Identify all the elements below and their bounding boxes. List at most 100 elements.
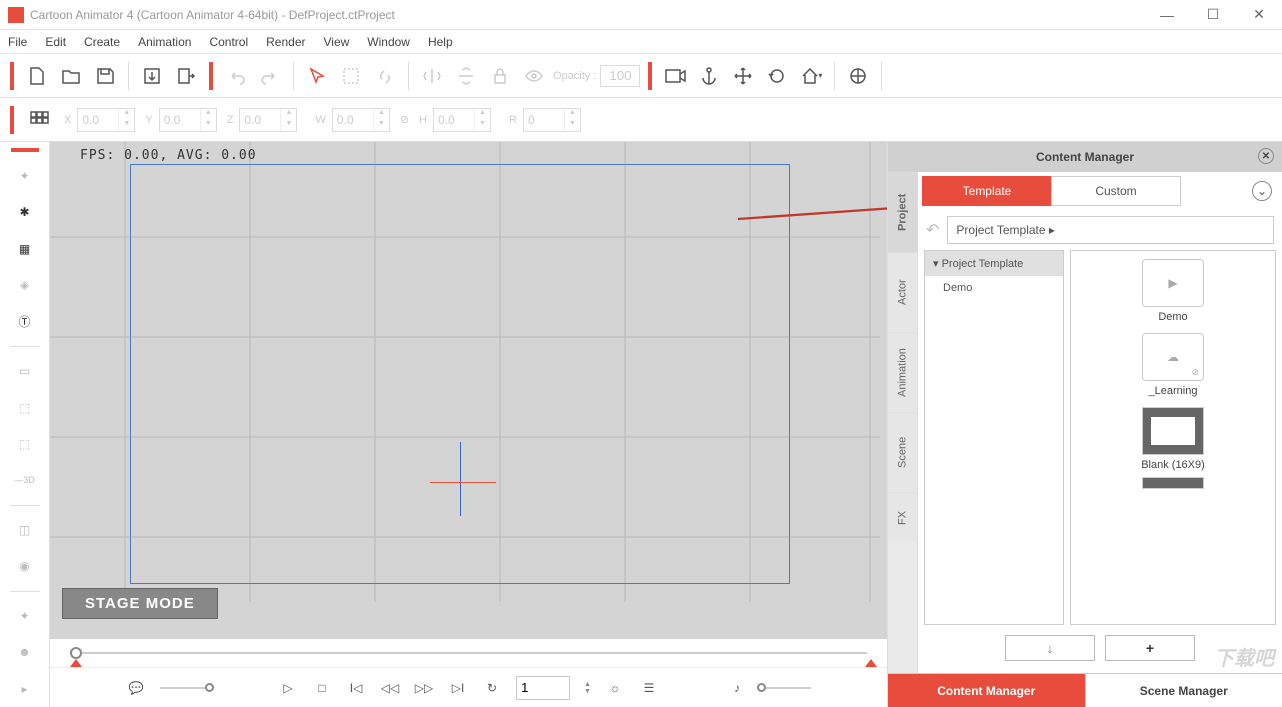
- vtab-fx[interactable]: FX: [888, 492, 917, 542]
- add-button[interactable]: +: [1105, 635, 1195, 661]
- bottom-tab-scene-manager[interactable]: Scene Manager: [1085, 673, 1282, 707]
- left-toolbar: ✦ ✱ ▦ ◈ Ⓣ ▭ ⬚ ⬚ —3D ◫ ◉ ✦ ☻ ▸: [0, 142, 50, 707]
- next-frame-button[interactable]: ▷▷: [414, 678, 434, 698]
- tool-10-icon[interactable]: ◉: [11, 554, 39, 578]
- content-manager-panel: Content Manager ✕ Project Actor Animatio…: [887, 142, 1282, 707]
- minimize-button[interactable]: —: [1144, 0, 1190, 30]
- timeline-scrubber[interactable]: [50, 639, 887, 667]
- tool-9-icon[interactable]: ◫: [11, 518, 39, 542]
- play-button[interactable]: ▷: [278, 678, 298, 698]
- panel-menu-icon[interactable]: ⌄: [1252, 181, 1272, 201]
- stop-button[interactable]: □: [312, 678, 332, 698]
- flip-h-icon[interactable]: [417, 61, 447, 91]
- save-project-icon[interactable]: [90, 61, 120, 91]
- panel-close-icon[interactable]: ✕: [1258, 148, 1274, 164]
- region-tool-icon[interactable]: [336, 61, 366, 91]
- w-input[interactable]: 0.0▲▼: [332, 108, 390, 132]
- stage-viewport[interactable]: FPS: 0.00, AVG: 0.00 STAGE MODE: [50, 142, 887, 639]
- flip-v-icon[interactable]: [451, 61, 481, 91]
- tool-7-icon[interactable]: ⬚: [11, 395, 39, 419]
- menu-file[interactable]: File: [8, 35, 27, 49]
- vtab-actor[interactable]: Actor: [888, 252, 917, 332]
- menu-render[interactable]: Render: [266, 35, 305, 49]
- menu-window[interactable]: Window: [367, 35, 410, 49]
- motion-tool-icon[interactable]: ◈: [11, 273, 39, 297]
- home-icon[interactable]: ▾: [796, 61, 826, 91]
- 3d-tool-icon[interactable]: —3D: [11, 468, 39, 492]
- first-frame-button[interactable]: I◁: [346, 678, 366, 698]
- balloon-icon[interactable]: 💬: [126, 678, 146, 698]
- breadcrumb[interactable]: Project Template ▸: [947, 216, 1274, 244]
- audio-icon[interactable]: ♪: [727, 678, 747, 698]
- z-input[interactable]: 0.0▲▼: [239, 108, 297, 132]
- zoom-slider-1[interactable]: [160, 687, 210, 689]
- tree-item-demo[interactable]: Demo: [925, 276, 1063, 300]
- timeline-end-marker[interactable]: [865, 659, 877, 667]
- loop-button[interactable]: ↻: [482, 678, 502, 698]
- expand-icon[interactable]: ▸: [11, 677, 39, 701]
- grid-toggle-icon[interactable]: [24, 105, 54, 135]
- r-input[interactable]: 0▲▼: [523, 108, 581, 132]
- settings-icon[interactable]: ☼: [605, 678, 625, 698]
- timeline-start-marker[interactable]: [70, 659, 82, 667]
- import-icon[interactable]: [137, 61, 167, 91]
- timeline-panel-icon[interactable]: ☰: [639, 678, 659, 698]
- toolbar-separator: [648, 62, 652, 90]
- lock-icon[interactable]: [485, 61, 515, 91]
- tree-header[interactable]: ▾ Project Template: [925, 251, 1063, 276]
- x-input[interactable]: 0.0▲▼: [77, 108, 135, 132]
- last-frame-button[interactable]: ▷I: [448, 678, 468, 698]
- tool-12-icon[interactable]: ☻: [11, 640, 39, 664]
- vtab-project[interactable]: Project: [888, 172, 917, 252]
- menu-create[interactable]: Create: [84, 35, 120, 49]
- y-input[interactable]: 0.0▲▼: [159, 108, 217, 132]
- menu-control[interactable]: Control: [209, 35, 248, 49]
- link-tool-icon[interactable]: [370, 61, 400, 91]
- prev-frame-button[interactable]: ◁◁: [380, 678, 400, 698]
- actor-placeholder-icon[interactable]: ✦: [11, 164, 39, 188]
- thumb-more[interactable]: [1136, 477, 1210, 489]
- layer-tool-icon[interactable]: ▦: [11, 236, 39, 260]
- thumb-demo[interactable]: ▶ Demo: [1136, 259, 1210, 323]
- tool-6-icon[interactable]: ▭: [11, 359, 39, 383]
- grid-icon[interactable]: [843, 61, 873, 91]
- export-icon[interactable]: [171, 61, 201, 91]
- tab-custom[interactable]: Custom: [1051, 176, 1181, 206]
- visibility-icon[interactable]: [519, 61, 549, 91]
- vtab-animation[interactable]: Animation: [888, 332, 917, 412]
- tool-11-icon[interactable]: ✦: [11, 603, 39, 627]
- tool-8-icon[interactable]: ⬚: [11, 432, 39, 456]
- text-tool-icon[interactable]: Ⓣ: [11, 309, 39, 333]
- link-wh-icon[interactable]: ⊘: [400, 113, 409, 126]
- menu-help[interactable]: Help: [428, 35, 453, 49]
- bottom-tab-content-manager[interactable]: Content Manager: [888, 673, 1085, 707]
- vtab-scene[interactable]: Scene: [888, 412, 917, 492]
- menu-view[interactable]: View: [323, 35, 349, 49]
- thumb-learning[interactable]: ☁⊘ _Learning: [1136, 333, 1210, 397]
- open-project-icon[interactable]: [56, 61, 86, 91]
- anchor-icon[interactable]: [694, 61, 724, 91]
- volume-slider[interactable]: [761, 687, 811, 689]
- menu-animation[interactable]: Animation: [138, 35, 191, 49]
- thumb-blank[interactable]: Blank (16X9): [1136, 407, 1210, 471]
- download-button[interactable]: ↓: [1005, 635, 1095, 661]
- rotate-icon[interactable]: [762, 61, 792, 91]
- close-button[interactable]: ✕: [1236, 0, 1282, 30]
- new-project-icon[interactable]: [22, 61, 52, 91]
- tab-template[interactable]: Template: [922, 176, 1052, 206]
- bone-tool-icon[interactable]: ✱: [11, 200, 39, 224]
- maximize-button[interactable]: ☐: [1190, 0, 1236, 30]
- opacity-input[interactable]: [600, 65, 640, 87]
- tool-indicator: [11, 148, 39, 152]
- menu-edit[interactable]: Edit: [45, 35, 66, 49]
- select-tool-icon[interactable]: [302, 61, 332, 91]
- move-icon[interactable]: [728, 61, 758, 91]
- frame-input[interactable]: [516, 676, 570, 700]
- timeline-playhead[interactable]: [70, 647, 82, 659]
- h-input[interactable]: 0.0▲▼: [433, 108, 491, 132]
- undo-icon[interactable]: [221, 61, 251, 91]
- camera-icon[interactable]: [660, 61, 690, 91]
- opacity-control[interactable]: Opacity :: [553, 65, 640, 87]
- back-icon[interactable]: ↶: [926, 220, 939, 240]
- redo-icon[interactable]: [255, 61, 285, 91]
